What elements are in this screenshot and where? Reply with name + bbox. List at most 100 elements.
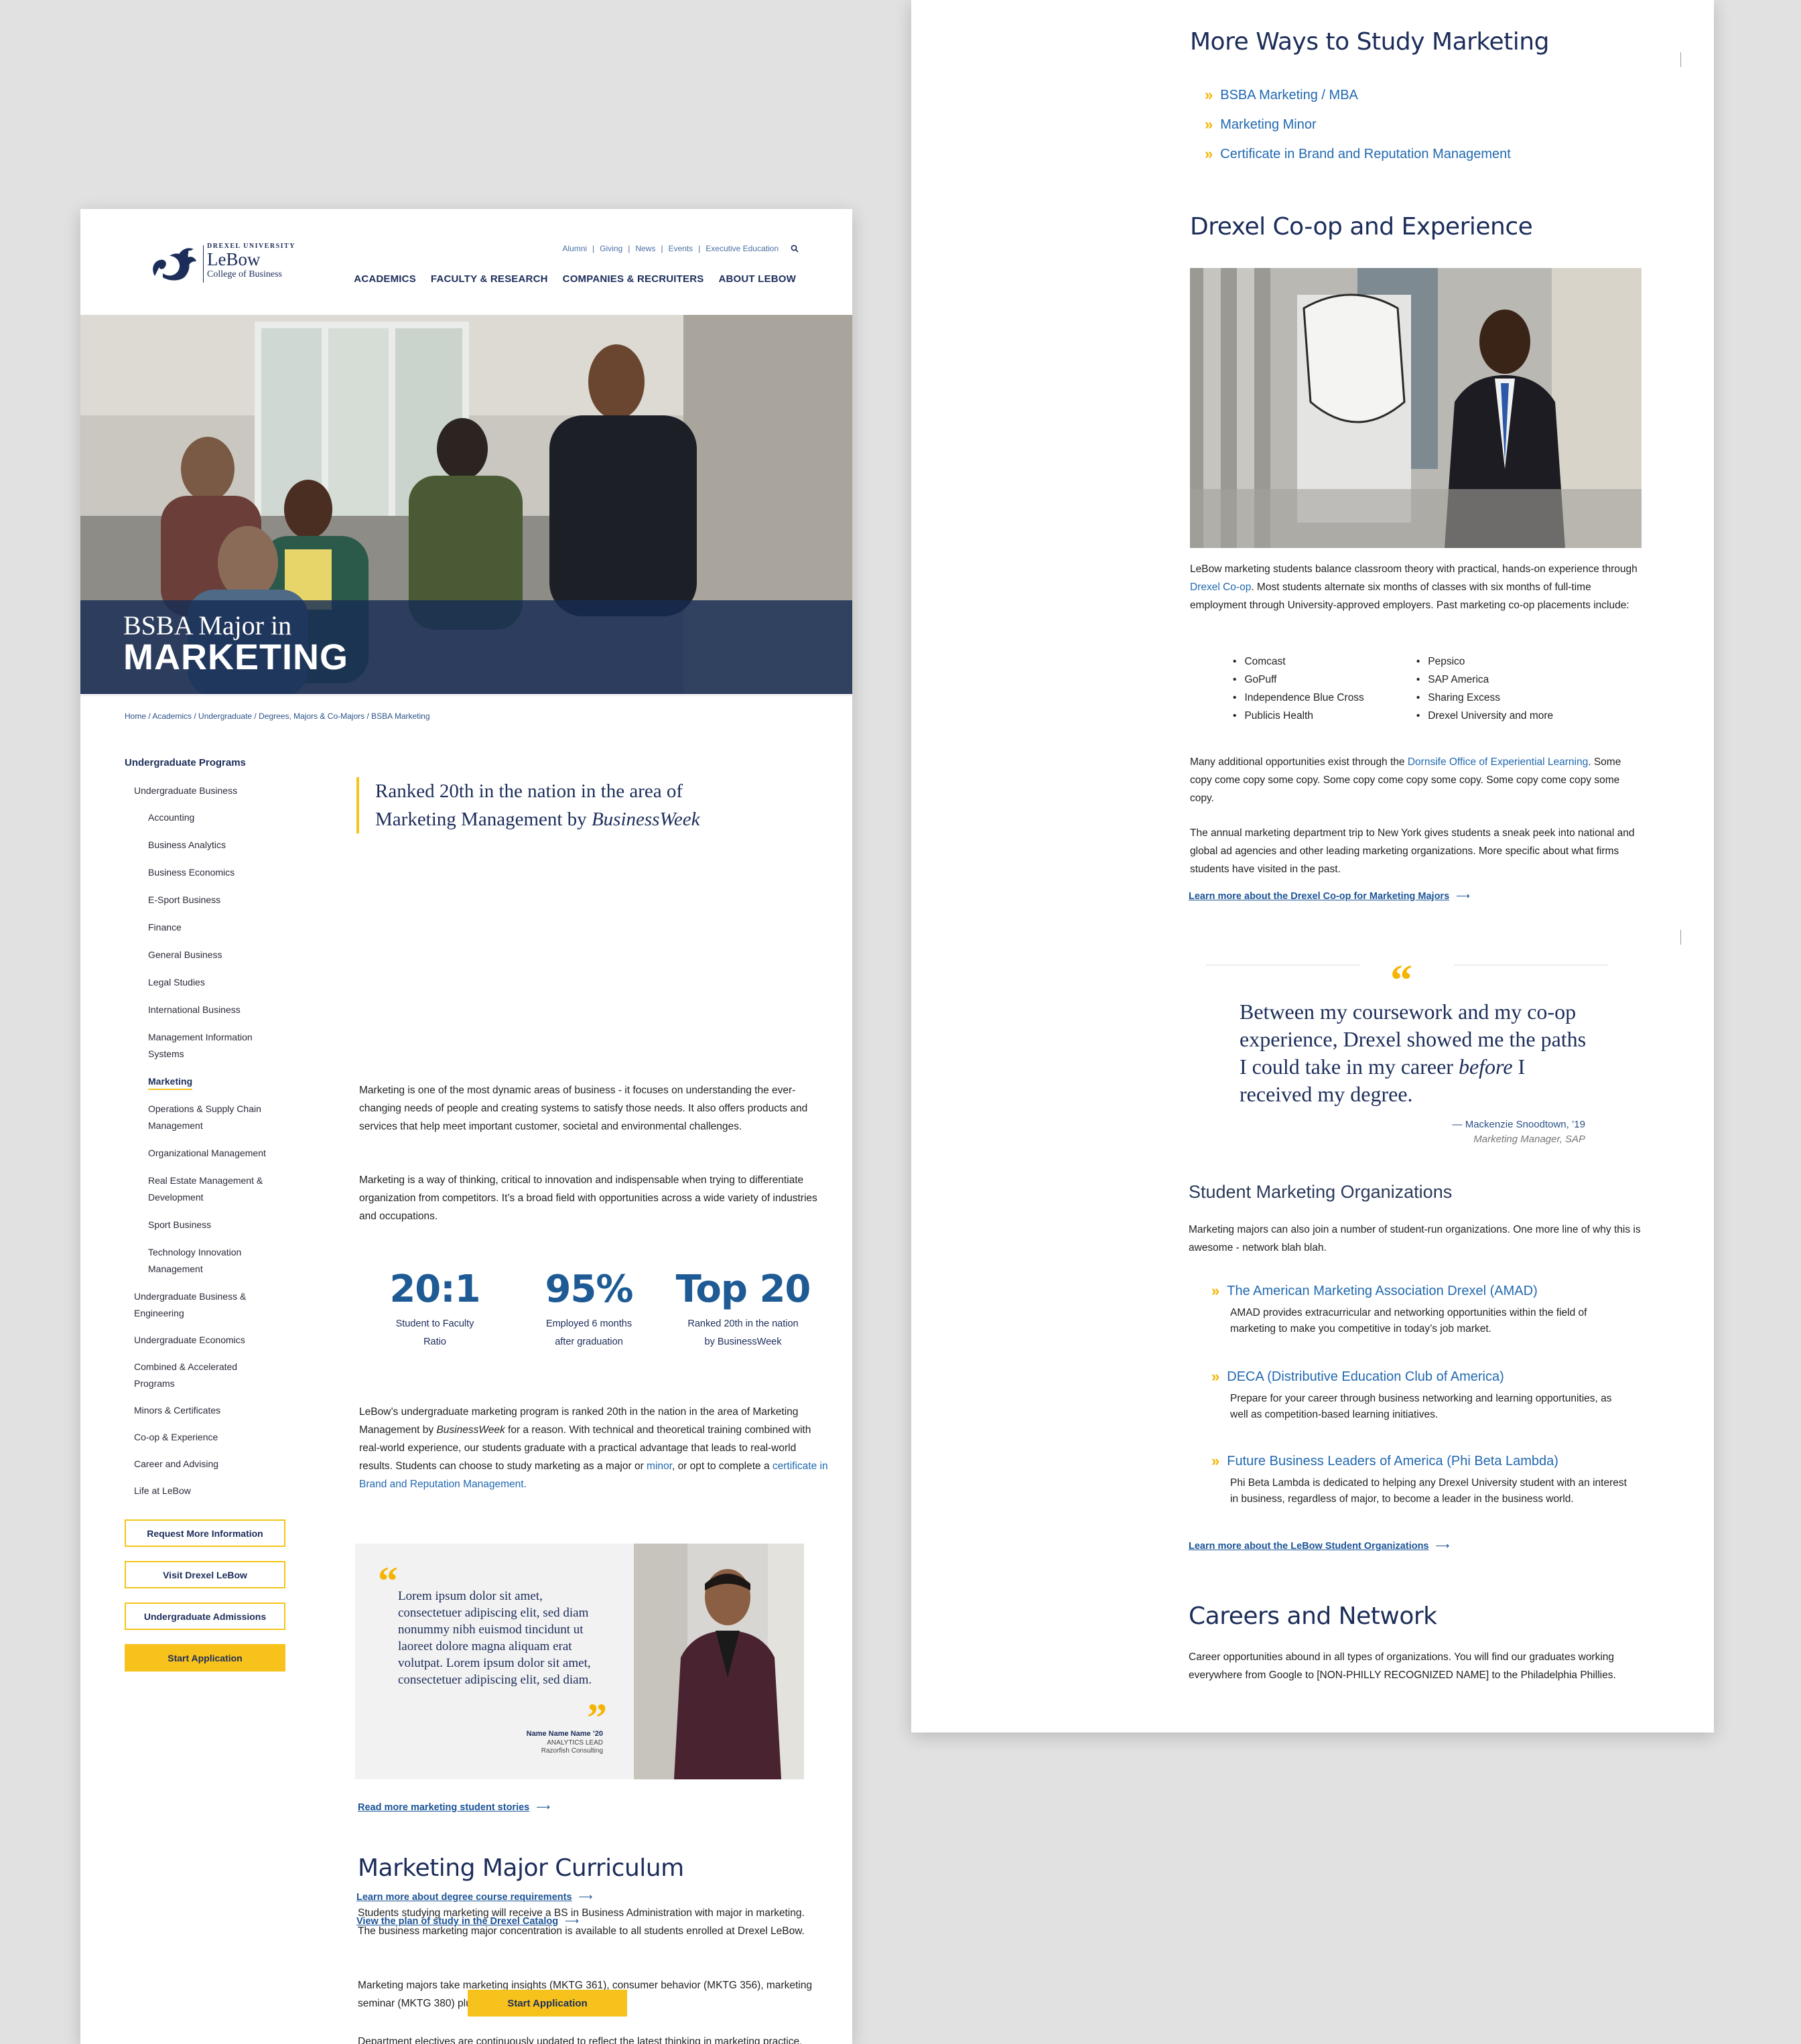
coop-learn-more-link[interactable]: Learn more about the Drexel Co-op for Ma… — [1189, 891, 1470, 902]
nyc-trip-paragraph: The annual marketing department trip to … — [1190, 827, 1635, 875]
quote-org: Razorfish Consulting — [541, 1747, 603, 1755]
curriculum-title: Marketing Major Curriculum — [358, 1854, 684, 1882]
more-ways-item[interactable]: » Marketing Minor — [1205, 110, 1511, 139]
request-info-button[interactable]: Request More Information — [125, 1519, 285, 1547]
lebow-logo[interactable]: DREXEL UNIVERSITY LeBow College of Busin… — [149, 243, 310, 289]
nav-faculty-research[interactable]: FACULTY & RESEARCH — [431, 273, 548, 285]
placements-list: Comcast GoPuff Independence Blue Cross P… — [1233, 653, 1553, 725]
chevron-double-right-icon: » — [1211, 1368, 1219, 1385]
sidebar-item-marketing-wrap: Marketing — [125, 1073, 299, 1090]
sidebar-start-application-button[interactable]: Start Application — [125, 1644, 285, 1672]
stat-ratio: 20:1 Student to Faculty Ratio — [358, 1268, 512, 1351]
drexel-coop-link[interactable]: Drexel Co-op — [1190, 582, 1251, 593]
arrow-right-icon: ⟶ — [578, 1892, 593, 1903]
logo-college: College of Business — [207, 269, 282, 279]
nav-companies-recruiters[interactable]: COMPANIES & RECRUITERS — [563, 273, 704, 285]
student-orgs-learn-more-text: Learn more about the LeBow Student Organ… — [1189, 1541, 1429, 1552]
more-ways-item[interactable]: » Certificate in Brand and Reputation Man… — [1205, 139, 1511, 169]
stat-ratio-label-2: Ratio — [423, 1337, 446, 1347]
sidebar-item-life-at-lebow[interactable]: Life at LeBow — [125, 1483, 299, 1499]
student-orgs-learn-more-link[interactable]: Learn more about the LeBow Student Organ… — [1189, 1541, 1449, 1552]
student-orgs-intro: Marketing majors can also join a number … — [1189, 1224, 1641, 1253]
quote-role: ANALYTICS LEAD — [547, 1739, 603, 1747]
arrow-right-icon: ⟶ — [536, 1802, 551, 1813]
pull-quote-attribution: — Mackenzie Snoodtown, ’19 Marketing Man… — [1453, 1117, 1585, 1147]
sidebar-heading[interactable]: Undergraduate Programs — [125, 757, 299, 782]
sidebar-item-finance[interactable]: Finance — [125, 919, 299, 936]
sidebar-item-operations[interactable]: Operations & Supply Chain Management — [125, 1101, 279, 1134]
sidebar-item-career-advising[interactable]: Career and Advising — [125, 1456, 299, 1473]
sidebar-item-real-estate[interactable]: Real Estate Management & Development — [125, 1172, 285, 1206]
more-ways-list: » BSBA Marketing / MBA » Marketing Minor »… — [1205, 80, 1511, 169]
search-icon[interactable] — [791, 245, 799, 253]
drexel-catalog-link[interactable]: View the plan of study in the Drexel Cat… — [356, 1916, 579, 1927]
sidebar-item-accounting[interactable]: Accounting — [125, 809, 299, 826]
chevron-double-right-icon: » — [1205, 116, 1213, 133]
sidebar-item-business-analytics[interactable]: Business Analytics — [125, 837, 299, 854]
utility-link-events[interactable]: Events — [668, 244, 693, 253]
sidebar-item-mis[interactable]: Management Information Systems — [125, 1029, 279, 1063]
utility-link-giving[interactable]: Giving — [600, 244, 622, 253]
sidebar-nav: Undergraduate Programs Undergraduate Bus… — [125, 757, 299, 1686]
read-student-stories-link[interactable]: Read more marketing student stories ⟶ — [358, 1802, 550, 1813]
program-text-c: , or opt to complete a — [671, 1460, 773, 1472]
quote-name: Name Name Name ’20 — [526, 1730, 603, 1738]
pull-quote-role: Marketing Manager, SAP — [1473, 1134, 1585, 1145]
org-item-fbla: » Future Business Leaders of America (Phi… — [1211, 1452, 1627, 1507]
sidebar-item-combined-programs[interactable]: Combined & Accelerated Programs — [125, 1359, 272, 1392]
ranked-line2-text: Marketing Management by — [375, 809, 592, 830]
sidebar-item-international-business[interactable]: International Business — [125, 1002, 299, 1018]
org-description: AMAD provides extracurricular and networ… — [1230, 1307, 1587, 1335]
placement-item: Comcast — [1233, 653, 1364, 671]
sidebar-item-business-economics[interactable]: Business Economics — [125, 864, 299, 881]
nav-academics[interactable]: ACADEMICS — [354, 273, 416, 285]
degree-requirements-link[interactable]: Learn more about degree course requireme… — [356, 1892, 592, 1903]
org-name-link[interactable]: » Future Business Leaders of America (Phi… — [1211, 1452, 1627, 1470]
more-ways-item[interactable]: » BSBA Marketing / MBA — [1205, 80, 1511, 110]
sidebar-item-legal-studies[interactable]: Legal Studies — [125, 974, 299, 991]
coop-paragraph: LeBow marketing students balance classro… — [1190, 560, 1646, 614]
student-orgs-title: Student Marketing Organizations — [1189, 1182, 1453, 1202]
sidebar-item-technology-innovation[interactable]: Technology Innovation Management — [125, 1244, 272, 1278]
careers-title: Careers and Network — [1189, 1603, 1437, 1630]
open-quote-icon: “ — [378, 1559, 398, 1603]
dragon-logo-icon — [153, 248, 196, 281]
nav-about-lebow[interactable]: ABOUT LEBOW — [718, 273, 796, 285]
utility-nav: Alumni | Giving | News | Events | Executive … — [562, 244, 799, 253]
pull-quote-name: — Mackenzie Snoodtown, ’19 — [1452, 1119, 1585, 1130]
sidebar-item-marketing[interactable]: Marketing — [148, 1074, 193, 1090]
utility-link-executive-education[interactable]: Executive Education — [706, 244, 779, 253]
org-name-text: Future Business Leaders of America (Phi … — [1227, 1453, 1558, 1469]
start-application-button[interactable]: Start Application — [468, 1990, 627, 2017]
utility-link-alumni[interactable]: Alumni — [562, 244, 587, 253]
minor-link[interactable]: minor — [647, 1460, 672, 1472]
org-name-link[interactable]: » DECA (Distributive Education Club of Am… — [1211, 1368, 1627, 1385]
breadcrumb[interactable]: Home / Academics / Undergraduate / Degre… — [125, 711, 430, 721]
sidebar-item-general-business[interactable]: General Business — [125, 947, 299, 963]
pull-quote-text-a: Between my coursework and my co-op exper… — [1240, 1000, 1587, 1079]
placement-item: GoPuff — [1233, 671, 1364, 689]
visit-lebow-button[interactable]: Visit Drexel LeBow — [125, 1561, 285, 1588]
sidebar-item-undergraduate-economics[interactable]: Undergraduate Economics — [125, 1332, 299, 1349]
dornsife-link[interactable]: Dornsife Office of Experiential Learning — [1408, 756, 1588, 768]
org-name-link[interactable]: » The American Marketing Association Drex… — [1211, 1282, 1627, 1300]
sidebar-item-coop-experience[interactable]: Co-op & Experience — [125, 1429, 299, 1446]
sidebar-item-business-engineering[interactable]: Undergraduate Business & Engineering — [125, 1288, 279, 1322]
sidebar-item-undergraduate-business[interactable]: Undergraduate Business — [125, 782, 299, 799]
sidebar-item-sport-business[interactable]: Sport Business — [125, 1217, 299, 1233]
undergraduate-admissions-button[interactable]: Undergraduate Admissions — [125, 1603, 285, 1630]
more-ways-label: Marketing Minor — [1220, 117, 1317, 132]
more-ways-label: Certificate in Brand and Reputation Mana… — [1220, 146, 1511, 161]
sidebar-item-minors-certificates[interactable]: Minors & Certificates — [125, 1402, 299, 1419]
arrow-right-icon: ⟶ — [1435, 1541, 1450, 1552]
utility-link-news[interactable]: News — [635, 244, 655, 253]
quote-text: Lorem ipsum dolor sit amet, consectetuer… — [398, 1589, 592, 1687]
placement-item: SAP America — [1416, 671, 1553, 689]
stat-ratio-label-1: Student to Faculty — [395, 1318, 474, 1329]
sidebar-item-esport-business[interactable]: E-Sport Business — [125, 892, 299, 908]
program-text-em: BusinessWeek — [436, 1424, 505, 1436]
sidebar-item-organizational-management[interactable]: Organizational Management — [125, 1145, 299, 1162]
org-item-amad: » The American Marketing Association Drex… — [1211, 1282, 1627, 1337]
stat-top20-label: Ranked 20th in the nation by BusinessWeek — [666, 1315, 820, 1351]
stat-ratio-label: Student to Faculty Ratio — [358, 1315, 512, 1351]
